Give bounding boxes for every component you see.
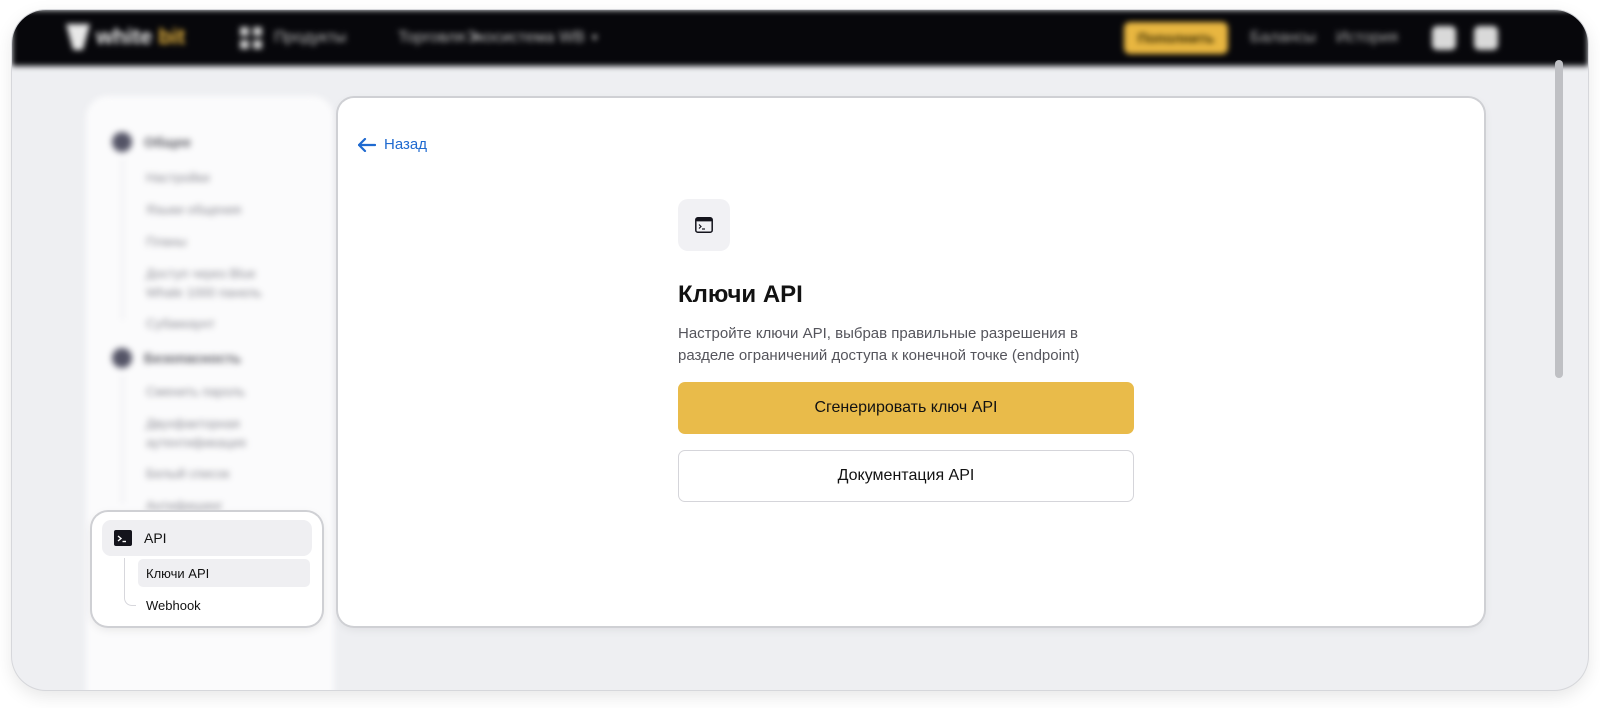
- nav-ecosystem[interactable]: Экосистема WB ▼: [466, 29, 600, 47]
- page-description: Настройте ключи API, выбрав правильные р…: [678, 325, 1080, 364]
- sidebar-item-api-keys[interactable]: Ключи API: [138, 559, 310, 587]
- settings-icon[interactable]: [1474, 26, 1498, 50]
- whitebit-logo[interactable]: white bit: [66, 24, 185, 50]
- sidebar-item[interactable]: Двухфакторная аутентификация: [146, 414, 296, 452]
- general-icon: [112, 132, 132, 152]
- top-navigation-bar: white bit Продукты Торговля ▼ Экосистема W…: [12, 10, 1588, 66]
- sidebar-tree-line: [122, 374, 123, 504]
- sidebar-item[interactable]: Сменить пароль: [146, 382, 296, 401]
- sidebar-item[interactable]: Планы: [146, 232, 296, 251]
- sidebar-section-general[interactable]: Общее: [112, 132, 191, 152]
- sidebar-tree-line: [122, 158, 123, 320]
- sidebar-item-webhook[interactable]: Webhook: [138, 591, 310, 619]
- terminal-window-icon: [695, 217, 713, 233]
- page-title: Ключи API: [678, 281, 803, 308]
- sidebar-section-label: API: [144, 530, 167, 546]
- history-link[interactable]: История: [1336, 29, 1398, 47]
- sidebar-api-group: API Ключи API Webhook: [92, 512, 322, 626]
- app-window: white bit Продукты Торговля ▼ Экосистема W…: [12, 10, 1588, 690]
- chevron-down-icon: ▼: [589, 32, 600, 44]
- terminal-icon: [114, 530, 132, 546]
- nav-products[interactable]: Продукты: [274, 29, 346, 47]
- sidebar-section-api[interactable]: API: [102, 520, 312, 556]
- arrow-left-icon: [358, 137, 376, 152]
- sidebar-item[interactable]: Белый список: [146, 464, 296, 483]
- sidebar-item[interactable]: Доступ через Blue Whale 1000 панель: [146, 264, 296, 302]
- sidebar-item[interactable]: Настройки: [146, 168, 296, 187]
- balances-link[interactable]: Балансы: [1250, 29, 1316, 47]
- apps-grid-icon[interactable]: [240, 27, 262, 49]
- sidebar-item[interactable]: Языки общения: [146, 200, 296, 219]
- generate-api-key-button[interactable]: Сгенерировать ключ API: [678, 382, 1134, 434]
- sidebar-section-security[interactable]: Безопасность: [112, 348, 241, 368]
- api-documentation-button[interactable]: Документация API: [678, 450, 1134, 502]
- logo-mark-icon: [66, 24, 90, 50]
- page-scrollbar[interactable]: [1555, 60, 1563, 378]
- shield-icon: [112, 348, 132, 368]
- api-keys-panel: Назад Ключи API Настройте ключи API, выб…: [338, 98, 1484, 626]
- user-avatar-icon[interactable]: [1432, 26, 1456, 50]
- deposit-button[interactable]: Пополнить: [1124, 22, 1228, 54]
- sidebar-item[interactable]: Субаккаунт: [146, 314, 296, 333]
- api-window-icon-box: [678, 199, 730, 251]
- sidebar-tree-line: [124, 558, 136, 606]
- back-link[interactable]: Назад: [358, 136, 427, 153]
